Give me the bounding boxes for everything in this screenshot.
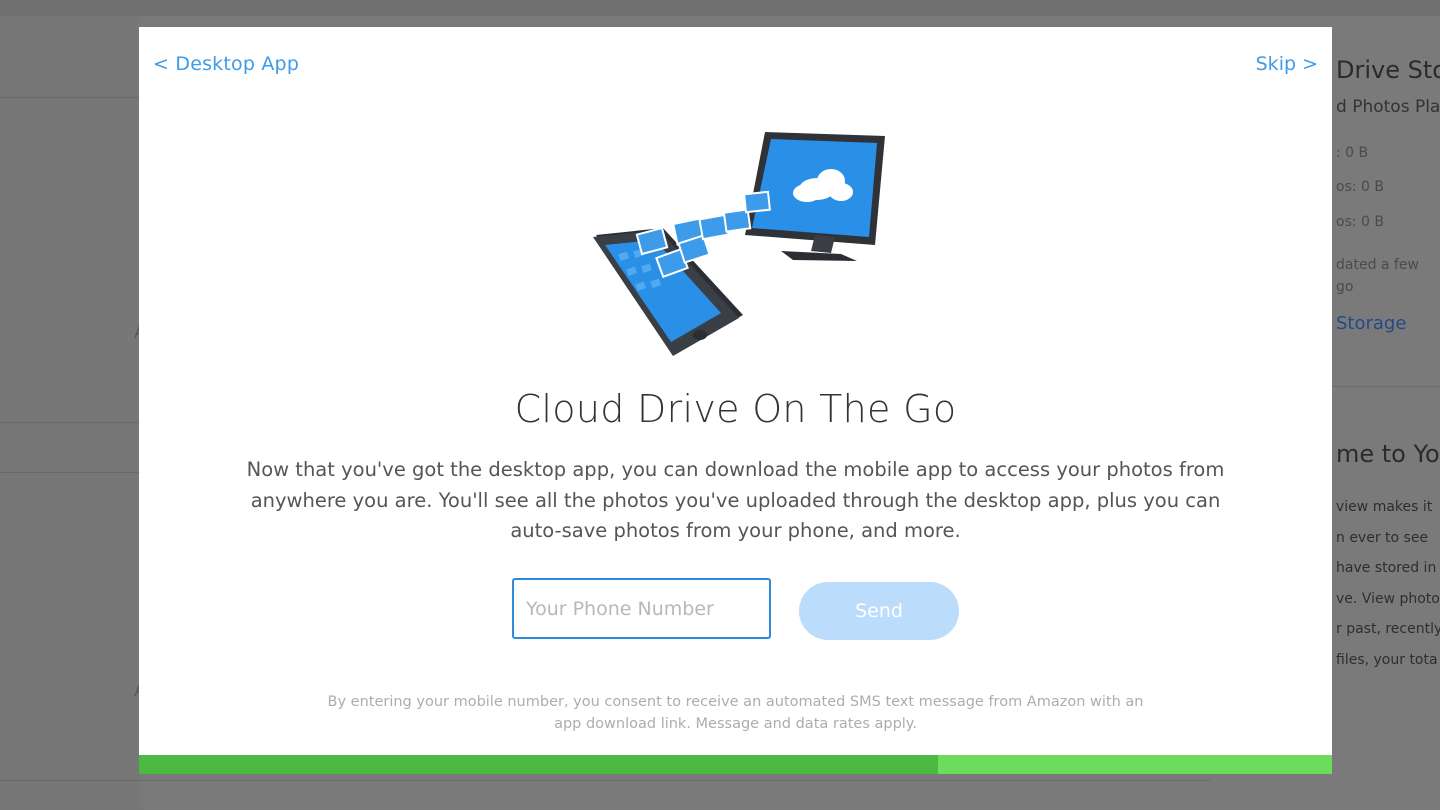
welcome-body-line: r past, recently — [1336, 621, 1440, 637]
background-top-bar — [0, 0, 1440, 16]
onboarding-progress-bar — [139, 755, 1332, 774]
updated-text: go — [1336, 279, 1354, 295]
progress-bar-fill — [139, 755, 939, 774]
welcome-heading: me to Yo — [1336, 440, 1440, 468]
welcome-body-line: have stored in — [1336, 560, 1437, 576]
back-to-desktop-app-link[interactable]: < Desktop App — [153, 53, 299, 75]
storage-stat: os: 0 B — [1336, 179, 1384, 195]
welcome-body-line: ve. View photo — [1336, 591, 1440, 607]
divider — [0, 472, 140, 473]
updated-text: dated a few — [1336, 257, 1419, 273]
divider — [0, 422, 140, 423]
phone-number-input[interactable] — [512, 578, 771, 639]
skip-link[interactable]: Skip > — [1256, 53, 1318, 75]
modal-description: Now that you've got the desktop app, you… — [246, 458, 1225, 542]
storage-link[interactable]: Storage — [1336, 313, 1406, 334]
send-button[interactable]: Send — [799, 582, 959, 640]
onboarding-modal: < Desktop App Skip > Cloud Drive On The … — [139, 27, 1332, 774]
phone-to-desktop-illustration — [593, 132, 885, 356]
storage-stat: os: 0 B — [1336, 214, 1384, 230]
background-left-panel — [0, 16, 140, 810]
modal-headline: Cloud Drive On The Go — [514, 387, 957, 431]
welcome-body-line: files, your tota — [1336, 652, 1438, 668]
divider — [0, 97, 140, 98]
storage-plan-label: d Photos Pla — [1336, 97, 1440, 117]
divider — [0, 780, 1210, 781]
welcome-body-line: n ever to see — [1336, 530, 1429, 546]
sms-consent-disclaimer: By entering your mobile number, you cons… — [327, 694, 1144, 732]
storage-stat: : 0 B — [1336, 145, 1369, 161]
welcome-body-line: view makes it — [1336, 499, 1433, 515]
divider — [1332, 386, 1440, 387]
background-right-panel: Drive Sto d Photos Pla : 0 B os: 0 B os:… — [1332, 16, 1440, 810]
storage-panel-title: Drive Sto — [1336, 56, 1440, 84]
